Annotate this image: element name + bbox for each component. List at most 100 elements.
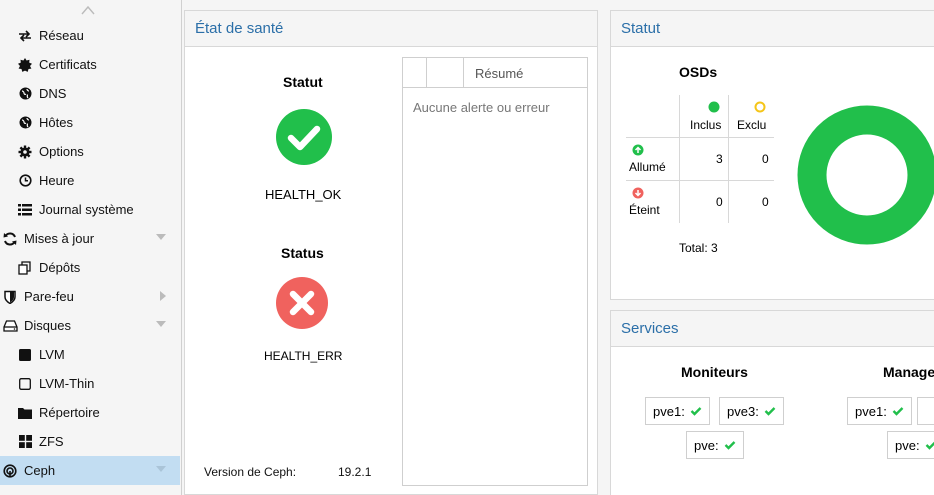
- globe-icon: [17, 86, 33, 102]
- grid-empty-text: Aucune alerte ou erreur: [413, 100, 550, 115]
- sidebar-item-ceph[interactable]: Ceph: [0, 456, 180, 485]
- manager-pve[interactable]: pve:: [887, 431, 934, 459]
- sidebar-item-lvm-thin[interactable]: LVM-Thin: [0, 369, 180, 398]
- chevron-up-icon[interactable]: [80, 4, 96, 16]
- sidebar-item-mises-a-jour[interactable]: Mises à jour: [0, 224, 180, 253]
- grid-col-blank[interactable]: [427, 58, 464, 88]
- service-name: pve:: [895, 437, 920, 453]
- monitor-pve[interactable]: pve:: [686, 431, 744, 459]
- down-arrow-icon: [632, 187, 644, 199]
- gear-icon: [17, 144, 33, 160]
- row-down-label: Éteint: [629, 203, 660, 217]
- row-up-label: Allumé: [629, 160, 666, 174]
- manager-partial[interactable]: [917, 397, 934, 425]
- table-divider: [728, 95, 729, 223]
- sidebar-item-label: Répertoire: [39, 405, 100, 420]
- drive-icon: [2, 318, 18, 334]
- sidebar-item-journal-systeme[interactable]: Journal système: [0, 195, 180, 224]
- service-name: pve3:: [727, 403, 759, 419]
- down-out-value: 0: [762, 195, 769, 209]
- refresh-icon: [2, 231, 18, 247]
- chevron-right-icon[interactable]: [160, 291, 166, 301]
- sidebar-item-pare-feu[interactable]: Pare-feu: [0, 282, 180, 311]
- sidebar-item-label: Journal système: [39, 202, 134, 217]
- sidebar: Réseau Certificats DNS Hôtes Options Heu…: [0, 0, 182, 495]
- health-status-title: Status: [281, 245, 324, 261]
- health-panel: État de santé Statut HEALTH_OK Status HE…: [184, 10, 598, 495]
- panel-header: Services: [611, 311, 934, 347]
- table-divider: [679, 95, 680, 223]
- chevron-down-icon[interactable]: [156, 466, 166, 472]
- list-icon: [17, 202, 33, 218]
- up-in-value: 3: [716, 152, 723, 166]
- certificate-icon: [17, 57, 33, 73]
- table-divider: [626, 137, 774, 138]
- service-name: pve1:: [653, 403, 685, 419]
- grid-col-resume[interactable]: Résumé: [475, 66, 523, 81]
- monitor-pve1[interactable]: pve1:: [645, 397, 710, 425]
- sidebar-item-label: Heure: [39, 173, 75, 188]
- donut-segment-in: [797, 105, 934, 245]
- summary-grid[interactable]: Résumé Aucune alerte ou erreur: [402, 57, 588, 486]
- sidebar-item-heure[interactable]: Heure: [0, 166, 180, 195]
- down-in-value: 0: [716, 195, 723, 209]
- manager-pve1[interactable]: pve1:: [847, 397, 912, 425]
- sidebar-item-options[interactable]: Options: [0, 137, 180, 166]
- grid-col-blank[interactable]: [403, 58, 427, 88]
- sidebar-item-disques[interactable]: Disques: [0, 311, 180, 340]
- sidebar-item-label: Mises à jour: [24, 231, 95, 246]
- globe-icon: [17, 115, 33, 131]
- in-dot-icon: [708, 101, 720, 113]
- service-name: pve:: [694, 437, 719, 453]
- services-panel: Services Moniteurs Manage pve1: pve3: pv…: [610, 310, 934, 495]
- ceph-icon: [2, 463, 18, 479]
- statut-panel: Statut OSDs Inclus Exclu Allumé 3 0 Étei…: [610, 10, 934, 300]
- health-status-value: HEALTH_ERR: [264, 349, 343, 363]
- square-outline-icon: [17, 376, 33, 392]
- monitor-pve3[interactable]: pve3:: [719, 397, 784, 425]
- ceph-version-label: Version de Ceph:: [204, 465, 297, 479]
- sidebar-item-label: Pare-feu: [24, 289, 74, 304]
- monitors-title: Moniteurs: [681, 364, 748, 380]
- service-name: pve1:: [855, 403, 887, 419]
- check-icon: [690, 406, 702, 416]
- chevron-down-icon[interactable]: [156, 321, 166, 327]
- sidebar-item-label: Certificats: [39, 57, 97, 72]
- error-circle-icon: [276, 277, 328, 329]
- sidebar-item-label: Dépôts: [39, 260, 81, 275]
- col-in-label: Inclus: [690, 118, 722, 132]
- sidebar-item-label: LVM-Thin: [39, 376, 95, 391]
- folder-icon: [17, 405, 33, 421]
- sidebar-item-label: Options: [39, 144, 84, 159]
- check-circle-icon: [276, 109, 332, 165]
- sidebar-item-label: Réseau: [39, 28, 84, 43]
- sidebar-item-dns[interactable]: DNS: [0, 79, 180, 108]
- panel-header: État de santé: [185, 11, 597, 47]
- sidebar-item-lvm[interactable]: LVM: [0, 340, 180, 369]
- panel-title: Services: [621, 320, 679, 337]
- sidebar-item-reseau[interactable]: Réseau: [0, 21, 180, 50]
- check-icon: [892, 406, 904, 416]
- sidebar-item-hotes[interactable]: Hôtes: [0, 108, 180, 137]
- panel-title: État de santé: [195, 20, 284, 37]
- sidebar-item-certificats[interactable]: Certificats: [0, 50, 180, 79]
- up-out-value: 0: [762, 152, 769, 166]
- square-icon: [17, 347, 33, 363]
- grid-icon: [17, 434, 33, 450]
- sidebar-item-depots[interactable]: Dépôts: [0, 253, 180, 282]
- sidebar-item-label: DNS: [39, 86, 67, 101]
- ceph-version-value: 19.2.1: [338, 465, 372, 479]
- check-icon: [724, 440, 736, 450]
- check-icon: [925, 440, 934, 450]
- osd-total: Total: 3: [679, 241, 718, 255]
- managers-title: Manage: [883, 364, 934, 380]
- sidebar-item-label: ZFS: [39, 434, 64, 449]
- table-divider: [626, 180, 774, 181]
- check-icon: [764, 406, 776, 416]
- sidebar-item-repertoire[interactable]: Répertoire: [0, 398, 180, 427]
- shield-icon: [2, 289, 18, 305]
- chevron-down-icon[interactable]: [156, 234, 166, 240]
- sidebar-item-label: LVM: [39, 347, 65, 362]
- sidebar-item-zfs[interactable]: ZFS: [0, 427, 180, 456]
- copy-icon: [17, 260, 33, 276]
